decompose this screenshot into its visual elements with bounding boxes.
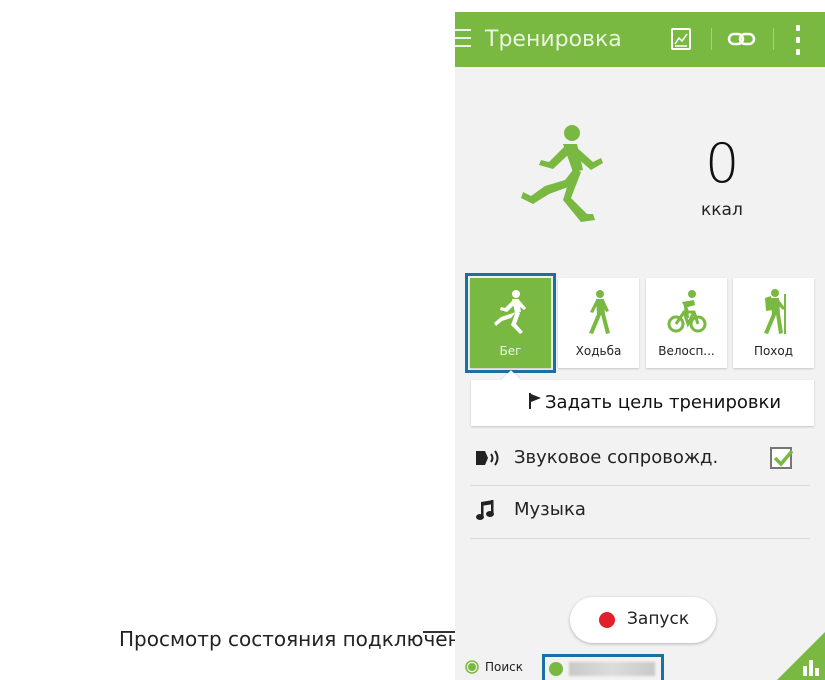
set-goal-button[interactable]: Задать цель тренировки bbox=[471, 380, 814, 426]
bottom-bar: Поиск bbox=[455, 632, 825, 680]
link-icon bbox=[549, 662, 563, 676]
walking-icon bbox=[589, 290, 610, 334]
music-row[interactable]: Музыка bbox=[470, 486, 810, 536]
activity-cycling[interactable]: Велосп... bbox=[646, 278, 727, 368]
start-button[interactable]: Запуск bbox=[570, 597, 716, 643]
activity-hiking[interactable]: Поход bbox=[733, 278, 814, 368]
toolbar-divider bbox=[773, 28, 774, 50]
toolbar-divider bbox=[711, 28, 712, 50]
search-status-label: Поиск bbox=[485, 660, 524, 674]
phone-screen: Тренировка 0 ккал Бег Ходьба Велосп... П… bbox=[455, 12, 825, 680]
audio-guide-label: Звуковое сопровожд. bbox=[514, 447, 719, 468]
start-label: Запуск bbox=[627, 609, 690, 629]
record-dot-icon bbox=[599, 612, 615, 628]
divider bbox=[470, 538, 810, 539]
activity-label: Бег bbox=[499, 344, 522, 358]
hiking-icon bbox=[764, 289, 786, 334]
locate-icon bbox=[465, 660, 479, 674]
activity-label: Поход bbox=[753, 344, 794, 358]
running-hero-icon bbox=[521, 125, 603, 222]
activity-selector: Бег Ходьба Велосп... Поход bbox=[465, 273, 814, 373]
set-goal-label: Задать цель тренировки bbox=[545, 392, 782, 413]
activity-label: Ходьба bbox=[575, 344, 622, 358]
checkmark-icon bbox=[773, 449, 794, 467]
activity-label: Велосп... bbox=[658, 344, 715, 358]
flag-icon bbox=[529, 393, 541, 409]
page-title: Тренировка bbox=[485, 27, 622, 52]
kcal-unit: ккал bbox=[701, 200, 743, 220]
link-icon[interactable] bbox=[727, 30, 757, 48]
running-icon bbox=[494, 290, 526, 334]
activity-running[interactable]: Бег bbox=[465, 273, 556, 373]
cycling-icon bbox=[667, 290, 707, 333]
audio-guide-row[interactable]: Звуковое сопровожд. bbox=[470, 434, 810, 484]
bar-chart-icon[interactable] bbox=[801, 658, 821, 676]
menu-icon[interactable] bbox=[455, 27, 473, 51]
audio-guide-icon bbox=[476, 450, 499, 466]
activity-walking[interactable]: Ходьба bbox=[558, 278, 639, 368]
connection-status-text bbox=[569, 662, 655, 676]
kcal-value: 0 bbox=[705, 132, 740, 195]
connection-status[interactable] bbox=[542, 654, 664, 680]
audio-guide-checkbox[interactable] bbox=[770, 447, 794, 469]
more-vert-icon[interactable] bbox=[794, 25, 802, 55]
app-bar: Тренировка bbox=[455, 12, 825, 67]
music-label: Музыка bbox=[514, 499, 586, 520]
music-note-icon bbox=[476, 500, 494, 520]
chart-icon[interactable] bbox=[671, 28, 691, 50]
